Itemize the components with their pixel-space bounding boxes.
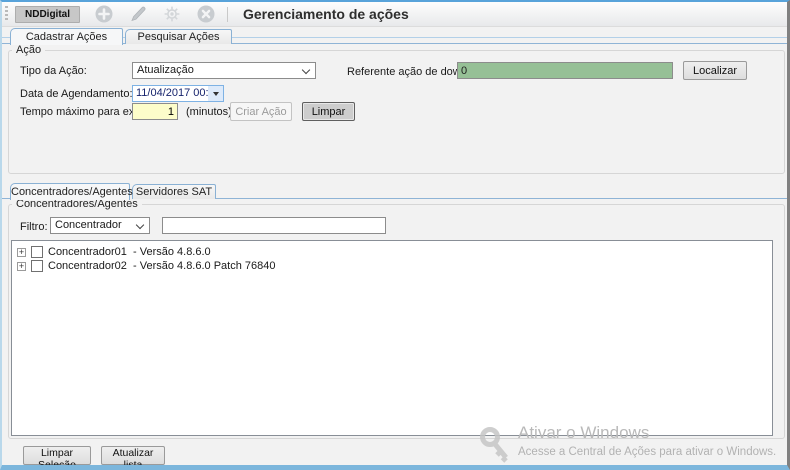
add-icon[interactable] <box>94 4 114 24</box>
data-agendamento-label: Data de Agendamento: <box>20 88 133 100</box>
filtro-combobox[interactable]: Concentrador <box>50 217 150 234</box>
toolbar-separator <box>227 6 228 22</box>
expand-icon[interactable]: + <box>17 261 26 271</box>
settings-gear-icon[interactable] <box>162 4 182 24</box>
limpar-button[interactable]: Limpar <box>302 102 355 121</box>
filtro-label: Filtro: <box>20 221 48 233</box>
tempo-maximo-input[interactable] <box>132 103 178 120</box>
cancel-icon[interactable] <box>196 4 216 24</box>
tipo-acao-combobox[interactable]: Atualização <box>132 62 316 79</box>
watermark-title: Ativar o Windows <box>518 423 650 442</box>
toolbar-grip[interactable] <box>5 6 8 22</box>
tab-cadastrar-acoes[interactable]: Cadastrar Ações <box>10 28 123 45</box>
criar-acao-button[interactable]: Criar Ação <box>230 102 292 121</box>
triangle-down-icon <box>212 91 219 96</box>
datepicker-dropdown-button[interactable] <box>208 86 223 101</box>
tree-row-concentrador01[interactable]: + Concentrador01 - Versão 4.8.6.0 <box>12 245 211 259</box>
watermark-subtitle: Acesse a Central de Ações para ativar o … <box>518 446 777 458</box>
filtro-search-input[interactable] <box>162 217 386 234</box>
edit-pencil-icon[interactable] <box>128 4 148 24</box>
tab-servidores-sat[interactable]: Servidores SAT <box>132 184 216 199</box>
tree-item-label: Concentrador01 - Versão 4.8.6.0 <box>48 246 211 258</box>
checkbox-concentrador02[interactable] <box>31 260 43 272</box>
tipo-acao-label: Tipo da Ação: <box>20 65 87 77</box>
filtro-value: Concentrador <box>55 219 122 231</box>
page-title: Gerenciamento de ações <box>243 6 409 22</box>
atualizar-lista-button[interactable]: Atualizar lista <box>101 446 165 465</box>
data-agendamento-datepicker[interactable]: 11/04/2017 00:00 <box>132 85 224 102</box>
minutos-unit-label: (minutos) <box>186 106 232 118</box>
acao-group-legend: Ação <box>12 44 46 56</box>
referente-download-field[interactable] <box>457 62 673 79</box>
limpar-selecao-button[interactable]: Limpar Seleção <box>23 446 91 465</box>
concentradores-tree-list[interactable]: + Concentrador01 - Versão 4.8.6.0 + Conc… <box>11 240 773 436</box>
tree-item-label: Concentrador02 - Versão 4.8.6.0 Patch 76… <box>48 260 276 272</box>
localizar-button[interactable]: Localizar <box>683 61 747 80</box>
windows-key-icon <box>478 427 512 465</box>
chevron-down-icon <box>135 220 145 230</box>
tab-concentradores-agentes[interactable]: Concentradores/Agentes <box>10 183 133 200</box>
tipo-acao-value: Atualização <box>137 64 194 76</box>
tab-pesquisar-acoes[interactable]: Pesquisar Ações <box>125 29 232 44</box>
checkbox-concentrador01[interactable] <box>31 246 43 258</box>
expand-icon[interactable]: + <box>17 247 26 257</box>
tree-row-concentrador02[interactable]: + Concentrador02 - Versão 4.8.6.0 Patch … <box>12 259 276 273</box>
app-window: NDDigital Gerenciamento de ações Cadastr… <box>0 0 790 470</box>
toolbar: NDDigital Gerenciamento de ações <box>2 2 787 27</box>
nddigital-brand-button[interactable]: NDDigital <box>15 5 80 23</box>
chevron-down-icon <box>301 65 311 75</box>
